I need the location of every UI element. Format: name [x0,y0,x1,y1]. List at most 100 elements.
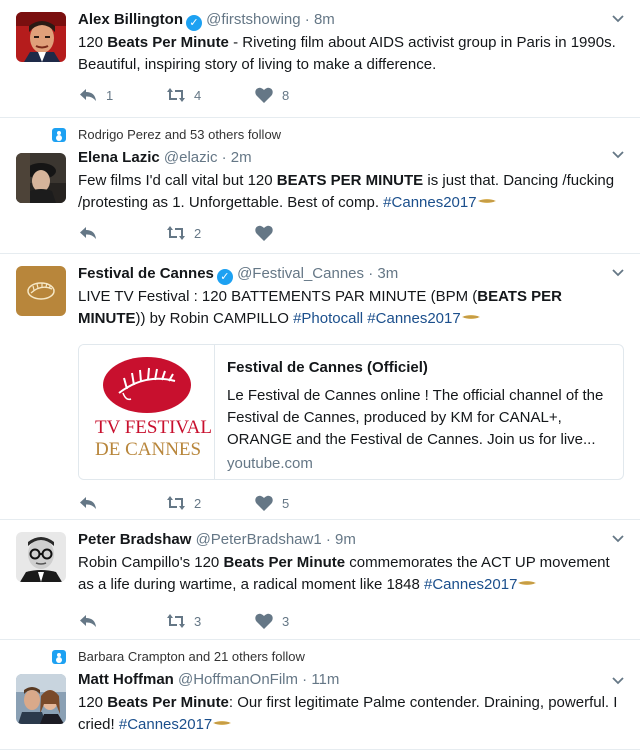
card-url[interactable]: youtube.com [227,453,611,475]
hashtag-link[interactable]: #Cannes2017 [119,716,212,733]
social-context: Barbara Crampton and 21 others follow [52,648,624,666]
palme-emoji-icon [461,315,480,319]
display-name[interactable]: Matt Hoffman [78,671,174,688]
like-button[interactable]: 5 [254,494,342,512]
handle[interactable]: @elazic [164,149,218,166]
separator: · [221,149,227,166]
reply-button[interactable] [78,224,166,242]
card-title[interactable]: Festival de Cannes (Officiel) [227,357,611,379]
reply-icon [80,89,96,101]
retweet-count: 4 [194,87,202,103]
retweet-button[interactable]: 4 [166,86,254,104]
display-name[interactable]: Alex Billington [78,11,183,28]
reply-button[interactable] [78,494,166,512]
card-content: Festival de Cannes (Officiel) Le Festiva… [215,345,623,479]
link-card[interactable]: TV FESTIVAL DE CANNES Festival de Cannes… [78,344,624,480]
tweet[interactable]: Alex Billington ✓ @firstshowing · 8m 120 … [0,0,640,118]
like-button[interactable] [254,224,342,242]
avatar-peter-bradshaw[interactable] [16,532,66,582]
timestamp[interactable]: 8m [314,11,335,28]
chevron-down-icon[interactable] [610,530,626,546]
tweet[interactable]: Barbara Crampton and 21 others follow Ma… [0,640,640,750]
handle[interactable]: @Festival_Cannes [237,265,364,282]
social-context-text[interactable]: Rodrigo Perez and 53 others follow [78,127,281,142]
avatar-festival-de-cannes[interactable] [16,266,66,316]
tweet-actions: 3 3 [78,611,342,631]
reply-icon [80,227,96,239]
avatar-elena-lazic[interactable] [16,153,66,203]
reply-icon [80,615,96,627]
tweet-header: Festival de Cannes ✓ @Festival_Cannes · 3… [78,264,624,285]
tweet-text: Robin Campillo's 120 Beats Per Minute co… [78,554,610,593]
separator: · [368,265,374,282]
tweet-actions: 2 [78,223,342,243]
like-button[interactable]: 8 [254,86,342,104]
cannes-palm-logo [103,357,191,413]
hashtag-link[interactable]: #Cannes2017 [424,576,517,593]
reply-button[interactable] [78,612,166,630]
retweet-button[interactable]: 3 [166,612,254,630]
display-name[interactable]: Festival de Cannes [78,265,214,282]
retweet-count: 2 [194,225,202,241]
chevron-down-icon[interactable] [610,10,626,26]
logo-text-line2: DE CANNES [95,439,201,460]
tweet-header: Peter Bradshaw @PeterBradshaw1 · 9m [78,530,624,550]
separator: · [325,531,331,548]
person-icon [52,650,66,664]
retweet-button[interactable]: 2 [166,224,254,242]
social-context: Rodrigo Perez and 53 others follow [52,126,624,144]
chevron-down-icon[interactable] [610,146,626,162]
retweet-count: 3 [194,613,202,629]
tweet-header: Matt Hoffman @HoffmanOnFilm · 11m [78,670,624,690]
card-description: Le Festival de Cannes online ! The offic… [227,387,604,448]
palme-emoji-icon [477,199,496,203]
separator: · [302,671,308,688]
chevron-down-icon[interactable] [610,672,626,688]
tweet-text: 120 Beats Per Minute: Our first legitima… [78,694,618,733]
handle[interactable]: @PeterBradshaw1 [196,531,322,548]
heart-icon [255,87,273,103]
tweet-header: Elena Lazic @elazic · 2m [78,148,624,168]
reply-button[interactable]: 1 [78,86,166,104]
retweet-icon [167,496,185,510]
display-name[interactable]: Elena Lazic [78,149,160,166]
hashtag-link[interactable]: #Cannes2017 [367,310,460,327]
tweet-text: 120 Beats Per Minute - Riveting film abo… [78,34,616,73]
timestamp[interactable]: 2m [231,149,252,166]
person-icon [52,128,66,142]
handle[interactable]: @HoffmanOnFilm [178,671,298,688]
hashtag-link[interactable]: #Cannes2017 [383,194,476,211]
palme-emoji-icon [518,581,537,585]
chevron-down-icon[interactable] [610,264,626,280]
timestamp[interactable]: 9m [335,531,356,548]
handle[interactable]: @firstshowing [206,11,300,28]
like-count: 5 [282,495,290,511]
display-name[interactable]: Peter Bradshaw [78,531,191,548]
tweet-actions: 2 5 [78,493,342,513]
timestamp[interactable]: 3m [377,265,398,282]
social-context-text[interactable]: Barbara Crampton and 21 others follow [78,649,305,664]
tweet-header: Alex Billington ✓ @firstshowing · 8m [78,10,624,31]
reply-icon [80,497,96,509]
retweet-icon [167,88,185,102]
logo-text-line1: TV FESTIVAL [95,417,212,438]
like-button[interactable]: 3 [254,612,342,630]
palme-emoji-icon [213,721,232,725]
like-count: 3 [282,613,290,629]
verified-icon: ✓ [186,15,202,31]
retweet-button[interactable]: 2 [166,494,254,512]
timeline: Alex Billington ✓ @firstshowing · 8m 120 … [0,0,640,750]
avatar-alex-billington[interactable] [16,12,66,62]
timestamp[interactable]: 11m [311,671,339,688]
hashtag-link[interactable]: #Photocall [293,310,363,327]
verified-icon: ✓ [216,269,233,285]
avatar-matt-hoffman[interactable] [16,674,66,724]
retweet-icon [167,614,185,628]
tweet[interactable]: Festival de Cannes ✓ @Festival_Cannes · 3… [0,254,640,520]
tweet-text: Few films I'd call vital but 120 BEATS P… [78,172,615,211]
heart-icon [255,225,273,241]
retweet-count: 2 [194,495,202,511]
like-count: 8 [282,87,290,103]
retweet-icon [167,226,185,240]
card-image: TV FESTIVAL DE CANNES [79,345,215,479]
